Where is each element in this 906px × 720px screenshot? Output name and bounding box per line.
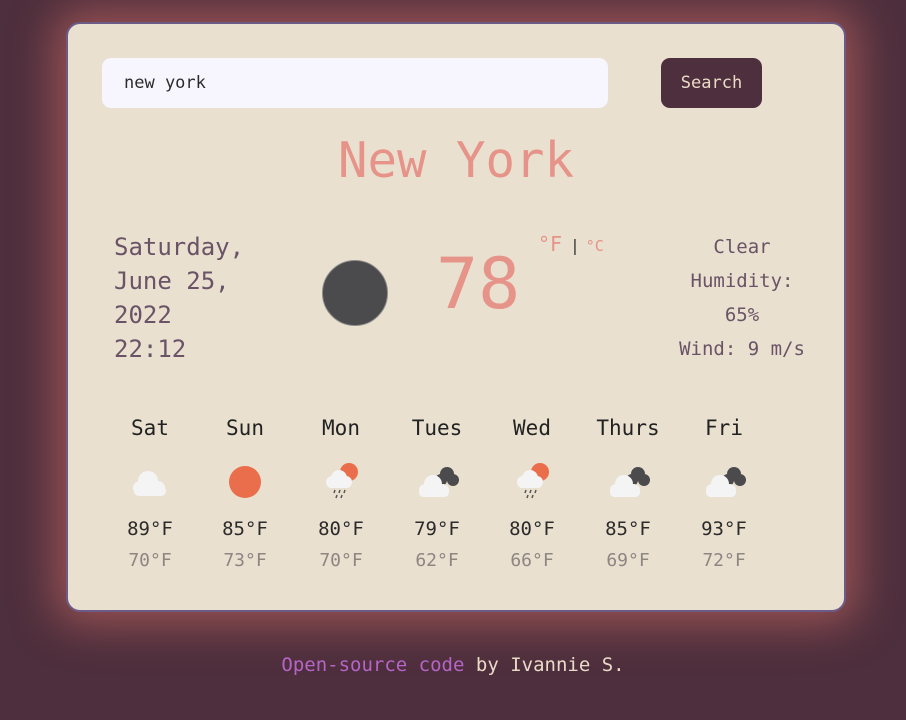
city-title: New York xyxy=(337,132,574,189)
author-credit: by Ivannie S. xyxy=(464,654,625,676)
forecast-low: 62°F xyxy=(415,550,459,571)
forecast-day: Thurs 85°F 69°F xyxy=(580,404,676,578)
date-month-day: June 25, xyxy=(114,267,230,295)
forecast-high: 85°F xyxy=(222,518,268,540)
celsius-link[interactable]: °C xyxy=(586,237,604,255)
forecast-day: Tues 79°F 62°F xyxy=(389,404,485,578)
forecast-day-name: Sun xyxy=(226,416,264,440)
forecast-high: 93°F xyxy=(701,518,747,540)
forecast-day: Sun 85°F 73°F xyxy=(197,404,293,578)
forecast-day: Mon 80°F 70°F xyxy=(293,404,389,578)
forecast-low: 70°F xyxy=(128,550,172,571)
current-temperature: 78 xyxy=(436,243,521,325)
forecast-low: 73°F xyxy=(223,550,267,571)
weather-card: Search New York Saturday, June 25, 2022 … xyxy=(66,22,846,612)
unit-separator: | xyxy=(570,236,580,255)
dark-clouds-icon xyxy=(413,458,461,502)
forecast-high: 80°F xyxy=(318,518,364,540)
current-conditions: Clear Humidity: 65% Wind: 9 m/s xyxy=(666,230,818,366)
forecast-day: Fri 93°F 72°F xyxy=(676,404,772,578)
weekly-forecast: Sat 89°F 70°F Sun 85°F 73°F Mon 80°F 70°… xyxy=(102,404,782,594)
forecast-day-name: Tues xyxy=(411,416,463,440)
weather-description: Clear xyxy=(713,236,771,258)
forecast-day: Wed 80°F 66°F xyxy=(484,404,580,578)
search-button[interactable]: Search xyxy=(661,58,762,108)
forecast-day-name: Wed xyxy=(513,416,551,440)
date-time: Saturday, June 25, 2022 22:12 xyxy=(114,230,284,366)
wind-speed: Wind: 9 m/s xyxy=(679,338,805,360)
cloud-icon xyxy=(126,458,174,502)
city-search-input[interactable] xyxy=(102,58,608,108)
date-weekday: Saturday, xyxy=(114,233,245,261)
rain-sun-icon xyxy=(508,458,556,502)
time: 22:12 xyxy=(114,335,187,363)
forecast-high: 85°F xyxy=(605,518,651,540)
humidity-label: Humidity: xyxy=(690,270,794,292)
forecast-high: 80°F xyxy=(509,518,555,540)
forecast-day-name: Mon xyxy=(322,416,360,440)
date-year: 2022 xyxy=(114,301,172,329)
sun-icon xyxy=(221,458,269,502)
forecast-high: 79°F xyxy=(414,518,460,540)
forecast-low: 72°F xyxy=(702,550,746,571)
rain-sun-icon xyxy=(317,458,365,502)
forecast-day: Sat 89°F 70°F xyxy=(102,404,198,578)
forecast-low: 70°F xyxy=(319,550,363,571)
dark-clouds-icon xyxy=(604,458,652,502)
forecast-low: 66°F xyxy=(510,550,554,571)
moon-icon xyxy=(322,260,388,326)
dark-clouds-icon xyxy=(700,458,748,502)
forecast-day-name: Sat xyxy=(131,416,169,440)
forecast-low: 69°F xyxy=(606,550,650,571)
humidity-value: 65% xyxy=(724,304,760,326)
footer: Open-source code by Ivannie S. xyxy=(0,654,906,676)
forecast-day-name: Thurs xyxy=(596,416,660,440)
source-code-link[interactable]: Open-source code xyxy=(281,654,464,676)
forecast-day-name: Fri xyxy=(705,416,743,440)
unit-switcher: °F | °C xyxy=(538,232,604,256)
forecast-high: 89°F xyxy=(127,518,173,540)
fahrenheit-link[interactable]: °F xyxy=(538,232,562,256)
